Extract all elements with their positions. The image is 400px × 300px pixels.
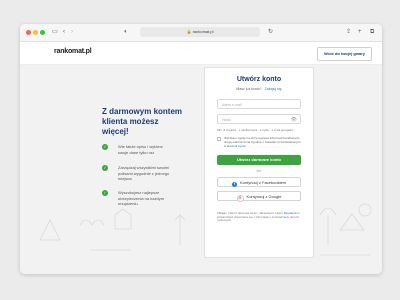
feature-item: ✓ Zarządzaj wszystkimi swoimi polisami w…: [102, 165, 172, 182]
consent-checkbox-row[interactable]: Wyrażam zgodę na otrzymywanie informacji…: [217, 136, 303, 148]
consent-checkbox[interactable]: [217, 137, 221, 141]
background-illustration: [39, 203, 372, 256]
terms-note: Klikając „Utwórz darmowe konto”, akceptu…: [217, 211, 303, 223]
facebook-button[interactable]: f Kontynuuj z Facebookiem: [217, 177, 301, 187]
create-account-button[interactable]: Utwórz darmowe konto: [217, 155, 301, 165]
or-divider: lub: [256, 169, 262, 173]
address-text: rankomat.pl: [192, 29, 214, 34]
google-label: Kontynuuj z Google: [246, 194, 282, 199]
main-content: Z darmowym kontem klienta możesz więcej!…: [20, 65, 382, 274]
login-prompt: Masz już konto? Zaloguj się: [205, 87, 313, 91]
shield-icon[interactable]: ◐: [124, 29, 128, 35]
consent-text: Wyrażam zgodę na otrzymywanie informacji…: [217, 136, 303, 148]
site-logo[interactable]: rankomat.pl: [54, 48, 92, 55]
login-prompt-text: Masz już konto?: [236, 87, 262, 91]
login-link[interactable]: Zaloguj się: [265, 87, 282, 91]
share-icon[interactable]: ⇪: [346, 29, 351, 35]
new-tab-icon[interactable]: +: [358, 29, 362, 35]
site-header: rankomat.pl Wróć do twojej gwary: [20, 42, 382, 65]
close-window-button[interactable]: [26, 30, 31, 35]
signup-card: Utwórz konto Masz już konto? Zaloguj się…: [204, 67, 314, 258]
password-hint: Min. 8 znaków · 1 wielka litera · 1 cyfr…: [217, 128, 294, 132]
email-field[interactable]: Adres e-mail: [217, 99, 301, 109]
password-placeholder: Hasło: [222, 118, 231, 122]
reload-icon[interactable]: ↻: [268, 29, 273, 35]
check-icon: ✓: [102, 190, 108, 196]
page-headline: Z darmowym kontem klienta możesz więcej!: [102, 107, 183, 136]
check-icon: ✓: [102, 165, 108, 171]
maximize-window-button[interactable]: [40, 30, 45, 35]
return-button[interactable]: Wróć do twojej gwary: [316, 47, 372, 61]
check-icon: ✓: [102, 144, 108, 150]
feature-item: ✓ Wyszukujesz najlepsze ubezpieczenia na…: [102, 190, 172, 207]
eye-icon[interactable]: 👁: [291, 115, 297, 125]
facebook-icon: f: [231, 182, 237, 187]
google-icon: G: [236, 195, 244, 202]
back-icon[interactable]: ‹: [63, 29, 65, 35]
feature-text: Zarządzaj wszystkimi swoimi polisami wyg…: [118, 165, 170, 181]
feature-item: ✓ Wie także opisu i wybierz swoje dane t…: [102, 144, 172, 155]
form-title: Utwórz konto: [236, 76, 282, 83]
feature-text: Wyszukujesz najlepsze ubezpieczenia na k…: [118, 190, 165, 206]
tabs-overview-icon[interactable]: ⧉: [370, 29, 374, 35]
browser-toolbar: ▭ ‹ › ◐ 🔒 rankomat.pl ↻ ⇪ + ⧉: [20, 24, 382, 42]
password-field[interactable]: Hasło 👁: [217, 114, 301, 124]
minimize-window-button[interactable]: [33, 30, 38, 35]
forward-icon[interactable]: ›: [71, 29, 73, 35]
facebook-label: Kontynuuj z Facebookiem: [239, 180, 287, 185]
logo-text: rankomat.pl: [54, 48, 92, 55]
consent-link[interactable]: klauzuli zgody: [227, 144, 246, 148]
browser-window: ▭ ‹ › ◐ 🔒 rankomat.pl ↻ ⇪ + ⧉ rankomat.p…: [20, 24, 382, 274]
lock-icon: 🔒: [186, 29, 192, 34]
google-button[interactable]: G Kontynuuj z Google: [217, 191, 301, 202]
sidebar-icon[interactable]: ▭: [52, 29, 58, 35]
feature-text: Wie także opisu i wybierz swoje dane tyl…: [118, 144, 163, 155]
address-bar[interactable]: 🔒 rankomat.pl: [140, 27, 260, 37]
